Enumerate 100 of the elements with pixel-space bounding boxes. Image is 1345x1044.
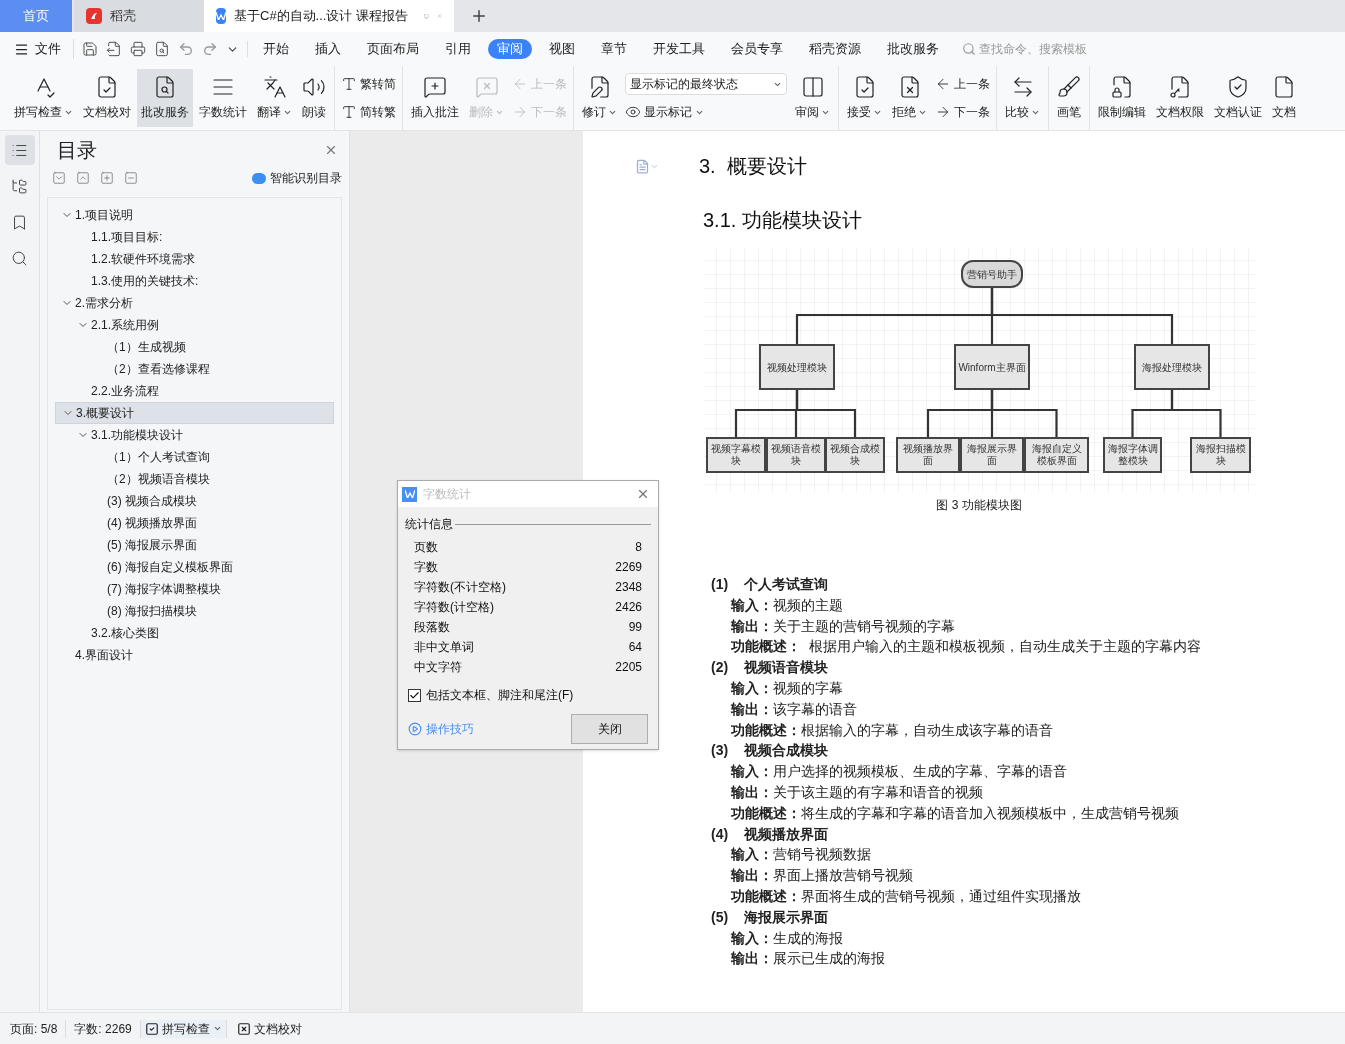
group-label: 统计信息	[405, 516, 453, 533]
module-heading: (1) 个人考试查询	[710, 575, 829, 594]
menu-tab[interactable]: 页面布局	[358, 39, 428, 59]
ribbon-button[interactable]: 字数统计	[195, 69, 251, 127]
stat-value: 2269	[615, 559, 642, 576]
toc-item[interactable]: 1.2.软硬件环境需求	[55, 248, 334, 270]
menu-tab[interactable]: 开发工具	[644, 39, 714, 59]
toc-item[interactable]: (3) 视频合成模块	[55, 490, 334, 512]
toc-item[interactable]: （1）生成视频	[55, 336, 334, 358]
module-heading: (4) 视频播放界面	[710, 824, 829, 844]
toc-item[interactable]: 1.3.使用的关键技术:	[55, 270, 334, 292]
menu-tab[interactable]: 审阅	[488, 39, 532, 59]
include-checkbox[interactable]: 包括文本框、脚注和尾注(F)	[398, 686, 658, 704]
menu-tab[interactable]: 批改服务	[878, 39, 948, 59]
toc-item[interactable]: (4) 视频播放界面	[55, 512, 334, 534]
stat-value: 2426	[615, 599, 642, 616]
toc-item[interactable]: 3.1.功能模块设计	[55, 424, 334, 446]
export-icon[interactable]	[106, 41, 122, 57]
toc-item[interactable]: (8) 海报扫描模块	[55, 600, 334, 622]
document-tab[interactable]: 基于C#的自动...设计 课程报告	[204, 0, 454, 32]
toc-item[interactable]: 4.界面设计	[55, 644, 334, 666]
menu-icon	[14, 41, 29, 57]
close-button[interactable]: 关闭	[571, 714, 648, 744]
ribbon-button[interactable]: 审阅	[791, 69, 834, 127]
ribbon-button[interactable]: 拒绝	[888, 69, 931, 127]
figure-caption: 图 3 功能模块图	[935, 497, 1023, 514]
redo-icon[interactable]	[202, 41, 218, 57]
command-search-field[interactable]: 查找命令、搜索模板	[962, 40, 1119, 58]
ribbon-button[interactable]: 文档权限	[1152, 69, 1208, 127]
toc-item[interactable]: 3.2.核心类图	[55, 622, 334, 644]
ribbon-button[interactable]: 限制编辑	[1094, 69, 1150, 127]
ribbon-button[interactable]: 翻译	[253, 69, 296, 127]
submodule-node: 海报字体调整模块	[1103, 437, 1162, 473]
stat-value: 8	[635, 539, 642, 556]
minus-icon[interactable]	[124, 171, 138, 185]
spell-check-button[interactable]: 拼写检查	[140, 1019, 227, 1038]
print-icon[interactable]	[130, 41, 146, 57]
ribbon-button[interactable]: 接受	[843, 69, 886, 127]
menu-tab[interactable]: 插入	[306, 39, 350, 59]
stat-label: 字符数(计空格)	[414, 599, 494, 616]
stat-value: 2205	[615, 659, 642, 676]
toc-item[interactable]: (6) 海报自定义模板界面	[55, 556, 334, 578]
ribbon-button[interactable]: 繁转简	[341, 73, 396, 95]
ribbon-button[interactable]: 上一条	[935, 73, 990, 95]
toc-item[interactable]: 3.概要设计	[55, 402, 334, 424]
ribbon-button[interactable]: 修订	[578, 69, 621, 127]
ribbon-button[interactable]: 显示标记	[625, 101, 787, 123]
app-tab[interactable]: 稻壳	[74, 0, 204, 32]
toc-item[interactable]: 2.2.业务流程	[55, 380, 334, 402]
file-menu[interactable]: 文件	[14, 39, 74, 59]
smart-toc-button[interactable]: 智能识别目录	[252, 169, 342, 187]
module-line: 输入：生成的海报	[730, 928, 844, 948]
ribbon-button[interactable]: 文档认证	[1210, 69, 1266, 127]
toc-item[interactable]: （2）视频语音模块	[55, 468, 334, 490]
save-icon[interactable]	[82, 41, 98, 57]
preview-icon[interactable]	[154, 41, 170, 57]
menu-tab[interactable]: 稻壳资源	[800, 39, 870, 59]
connector-line	[1170, 390, 1222, 437]
menu-tab[interactable]: 视图	[540, 39, 584, 59]
stat-label: 非中文单词	[414, 639, 474, 656]
ribbon-button[interactable]: 简转繁	[341, 101, 396, 123]
toc-item[interactable]: 2.1.系统用例	[55, 314, 334, 336]
toc-item[interactable]: (5) 海报展示界面	[55, 534, 334, 556]
submodule-node: 海报自定义模板界面	[1024, 437, 1089, 473]
new-tab-icon[interactable]	[470, 7, 488, 25]
toc-item[interactable]: （1）个人考试查询	[55, 446, 334, 468]
toc-item[interactable]: 1.1.项目目标:	[55, 226, 334, 248]
markup-select[interactable]: 显示标记的最终状态	[625, 73, 787, 95]
module-line: 输入：营销号视频数据	[730, 845, 872, 865]
toc-item[interactable]: （2）查看选修课程	[55, 358, 334, 380]
document-menu-icon[interactable]	[635, 158, 659, 174]
ribbon-button[interactable]: 插入批注	[407, 69, 463, 127]
ribbon-button[interactable]: 画笔	[1053, 69, 1085, 127]
toc-item[interactable]: 2.需求分析	[55, 292, 334, 314]
close-icon[interactable]	[324, 143, 338, 157]
plus-icon[interactable]	[100, 171, 114, 185]
expand-icon[interactable]	[76, 171, 90, 185]
menu-tab[interactable]: 引用	[436, 39, 480, 59]
ribbon-button[interactable]: 批改服务	[137, 69, 193, 127]
panel-title: 目录	[57, 138, 97, 163]
menu-tab[interactable]: 章节	[592, 39, 636, 59]
collapse-icon[interactable]	[52, 171, 66, 185]
ribbon-button[interactable]: 拼写检查	[10, 69, 77, 127]
toc-item[interactable]: (7) 海报字体调整模块	[55, 578, 334, 600]
ribbon-button[interactable]: 文档	[1268, 69, 1300, 127]
word-count[interactable]: 字数: 2269	[66, 1019, 141, 1038]
menu-tab[interactable]: 开始	[254, 39, 298, 59]
ribbon-button[interactable]: 比较	[1001, 69, 1044, 127]
ribbon-button[interactable]: 下一条	[935, 101, 990, 123]
menu-tab[interactable]: 会员专享	[722, 39, 792, 59]
module-line: 输入：视频的主题	[730, 595, 844, 615]
toc-item[interactable]: 1.项目说明	[55, 204, 334, 226]
ribbon-button[interactable]: 朗读	[298, 69, 330, 127]
outline-icon[interactable]	[4, 135, 35, 165]
undo-icon[interactable]	[178, 41, 194, 57]
close-icon[interactable]	[636, 487, 650, 501]
proofread-button[interactable]: 文档校对	[226, 1019, 312, 1038]
module-line: 输入：用户选择的视频模板、生成的字幕、字幕的语音	[730, 762, 1068, 782]
ribbon-button[interactable]: 文档校对	[79, 69, 135, 127]
document-key-icon	[1168, 75, 1192, 99]
